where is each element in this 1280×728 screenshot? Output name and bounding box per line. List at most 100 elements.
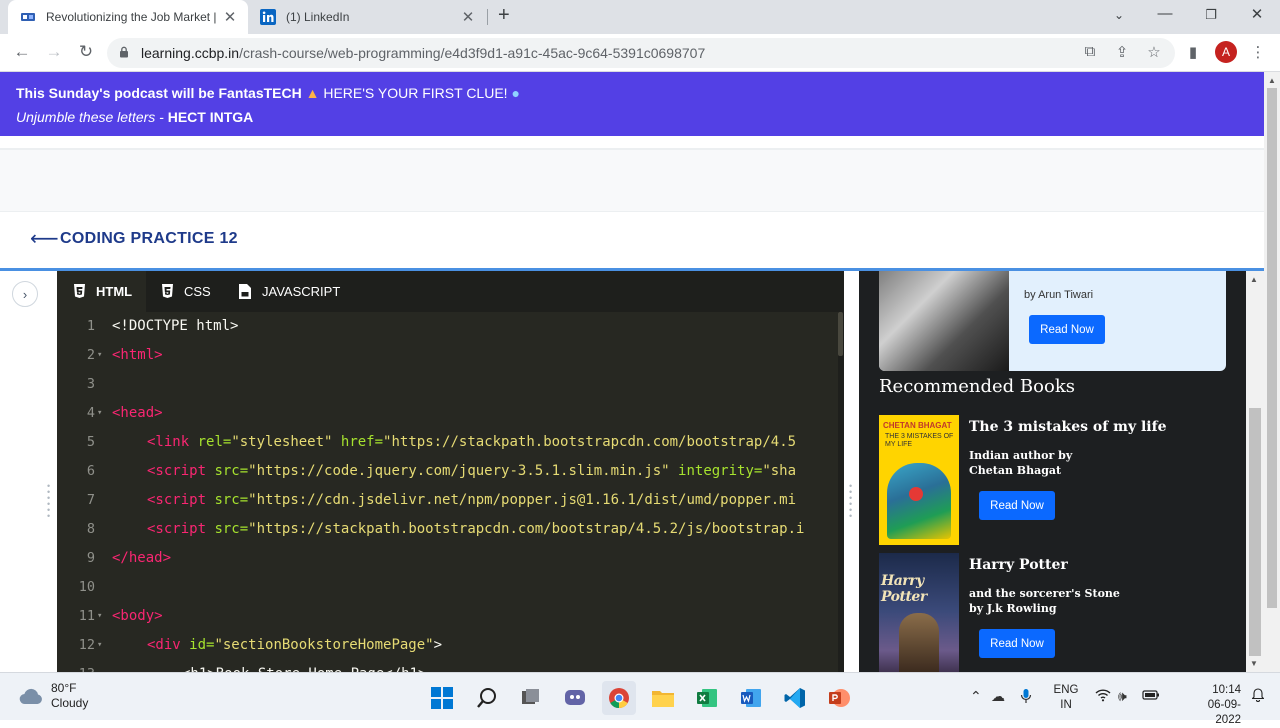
fold-arrow-icon[interactable]: ▾ [97, 602, 102, 631]
back-arrow-icon[interactable]: ← [11, 42, 33, 62]
code-tag: <link [147, 434, 190, 450]
book-item: Harry Potter Harry Potter and the sorcer… [879, 553, 1226, 672]
author-line-1: Indian author by [969, 449, 1073, 462]
bookmark-star-icon[interactable]: ☆ [1144, 43, 1164, 61]
close-tab-icon[interactable]: ✕ [220, 8, 240, 26]
code-line: 13 <h1>Book Store Home Page</h1> [57, 660, 837, 672]
tab-search-chevron-icon[interactable]: ⌄ [1104, 8, 1134, 22]
task-view-icon[interactable] [514, 681, 548, 715]
book-item: CHETAN BHAGAT THE 3 MISTAKES OF MY LIFE … [879, 415, 1226, 545]
side-panel-icon[interactable]: ▮ [1183, 43, 1203, 61]
code-tag: <div [147, 637, 181, 653]
share-icon[interactable]: ⇪ [1112, 43, 1132, 61]
minimize-icon[interactable]: — [1150, 5, 1180, 22]
onedrive-cloud-icon[interactable]: ☁ [991, 688, 1005, 705]
output-preview: by Arun Tiwari Read Now Recommended Book… [859, 271, 1246, 672]
tab-html[interactable]: HTML [57, 271, 146, 312]
close-window-icon[interactable]: ✕ [1242, 5, 1272, 23]
read-now-button[interactable]: Read Now [979, 629, 1055, 658]
code-line: 6 <script src="https://code.jquery.com/jq… [57, 457, 837, 486]
tab-title: Revolutionizing the Job Market | [46, 10, 217, 24]
vscode-icon[interactable] [778, 681, 812, 715]
notifications-icon[interactable] [1251, 686, 1265, 705]
tab-javascript[interactable]: JAVASCRIPT [224, 271, 354, 312]
battery-icon[interactable] [1142, 688, 1160, 704]
language-indicator[interactable]: ENG IN [1052, 683, 1080, 713]
scroll-up-arrow-icon[interactable]: ▲ [1250, 275, 1258, 284]
banner-line-1: This Sunday's podcast will be FantasTECH… [16, 85, 520, 101]
cloud-icon [18, 687, 44, 705]
region-code: IN [1060, 699, 1072, 711]
cover-title: THE 3 MISTAKES OF MY LIFE [885, 433, 954, 448]
volume-icon[interactable]: 🕪 [1118, 688, 1127, 705]
microphone-icon[interactable] [1020, 688, 1032, 707]
tab-linkedin[interactable]: (1) LinkedIn ✕ [248, 0, 486, 34]
code-line: 1 <!DOCTYPE html> [57, 312, 837, 341]
read-now-button[interactable]: Read Now [979, 491, 1055, 520]
code-editor[interactable]: HTML CSS JAVASCRIPT 1 <!DOCTYPE html> 2 ▾ <… [57, 271, 844, 672]
restore-icon[interactable]: ❐ [1196, 7, 1226, 23]
teams-chat-icon[interactable] [558, 681, 592, 715]
linkedin-icon [260, 9, 276, 25]
menu-kebab-icon[interactable]: ⋮ [1248, 43, 1268, 61]
fold-arrow-icon[interactable]: ▾ [97, 399, 102, 428]
code-string: "https://code.jquery.com/jquery-3.5.1.sl… [248, 463, 670, 479]
line-number: 10 [78, 579, 95, 595]
editor-preview-divider[interactable]: • • • • • • [844, 271, 859, 672]
code-line: 11 ▾ <body> [57, 602, 837, 631]
code-line: 8 <script src="https://stackpath.bootstra… [57, 515, 837, 544]
windows-start-icon[interactable] [425, 681, 459, 715]
language-code: ENG [1053, 684, 1079, 696]
code-string: "https://cdn.jsdelivr.net/npm/popper.js@… [248, 492, 797, 508]
close-tab-icon[interactable]: ✕ [458, 8, 478, 26]
practice-header: ⟵ CODING PRACTICE 12 [0, 213, 1264, 269]
page-scrollbar[interactable]: ▲ [1264, 72, 1280, 672]
line-number: 3 [86, 376, 95, 392]
chrome-icon[interactable] [602, 681, 636, 715]
resize-handle-icon[interactable]: • • • • • • [849, 482, 853, 521]
profile-avatar[interactable]: A [1215, 41, 1237, 63]
wifi-icon[interactable] [1095, 688, 1111, 705]
file-explorer-icon[interactable] [646, 681, 680, 715]
fold-arrow-icon[interactable]: ▾ [97, 631, 102, 660]
banner-letters: HECT INTGA [167, 109, 254, 125]
preview-scrollbar[interactable]: ▲ ▼ [1246, 271, 1264, 672]
code-area[interactable]: 1 <!DOCTYPE html> 2 ▾ <html> 3 4 ▾ <head> 5 <l… [57, 312, 837, 672]
show-hidden-icons-chevron-icon[interactable]: ⌃ [970, 688, 982, 705]
open-in-app-icon[interactable]: ⧉ [1080, 43, 1100, 60]
url-host: learning.ccbp.in [141, 45, 240, 61]
code-line: 3 [57, 370, 837, 399]
expand-panel-button[interactable]: › [12, 281, 38, 307]
preview-scroll-thumb[interactable] [1249, 408, 1261, 656]
code-attr: src= [206, 492, 249, 508]
book-cover-3-mistakes: CHETAN BHAGAT THE 3 MISTAKES OF MY LIFE [879, 415, 959, 545]
code-text: </head> [112, 550, 172, 566]
podcast-banner: This Sunday's podcast will be FantasTECH… [0, 72, 1264, 136]
scroll-up-arrow-icon[interactable]: ▲ [1268, 76, 1276, 85]
tab-css[interactable]: CSS [146, 271, 224, 312]
resize-handle-icon[interactable]: • • • • • • [47, 482, 51, 521]
excel-icon[interactable] [690, 681, 724, 715]
cover-title: Harry Potter [881, 573, 927, 605]
editor-scroll-thumb[interactable] [838, 312, 843, 356]
back-arrow-icon[interactable]: ⟵ [30, 226, 59, 251]
code-string: "https://stackpath.bootstrapcdn.com/boot… [248, 521, 805, 537]
weather-widget[interactable]: 80°F Cloudy [18, 681, 88, 711]
page-title: CODING PRACTICE 12 [60, 230, 238, 247]
powerpoint-icon[interactable] [822, 681, 856, 715]
read-now-button[interactable]: Read Now [1029, 315, 1105, 344]
new-tab-button[interactable]: + [498, 4, 510, 27]
code-line: 12 ▾ <div id="sectionBookstoreHomePage"> [57, 631, 837, 660]
code-attr: src= [206, 521, 249, 537]
scroll-down-arrow-icon[interactable]: ▼ [1250, 659, 1258, 668]
address-bar[interactable]: learning.ccbp.in/crash-course/web-progra… [107, 38, 1175, 68]
author-line-2: Chetan Bhagat [969, 464, 1062, 477]
word-icon[interactable] [734, 681, 768, 715]
search-icon[interactable] [470, 681, 504, 715]
tab-revolutionizing[interactable]: Revolutionizing the Job Market | ✕ [8, 0, 248, 34]
page-scroll-thumb[interactable] [1267, 88, 1277, 608]
fold-arrow-icon[interactable]: ▾ [97, 341, 102, 370]
forward-arrow-icon[interactable]: → [43, 42, 65, 62]
reload-icon[interactable]: ↻ [75, 42, 97, 62]
system-clock[interactable]: 10:14 06-09-2022 [1195, 683, 1241, 728]
